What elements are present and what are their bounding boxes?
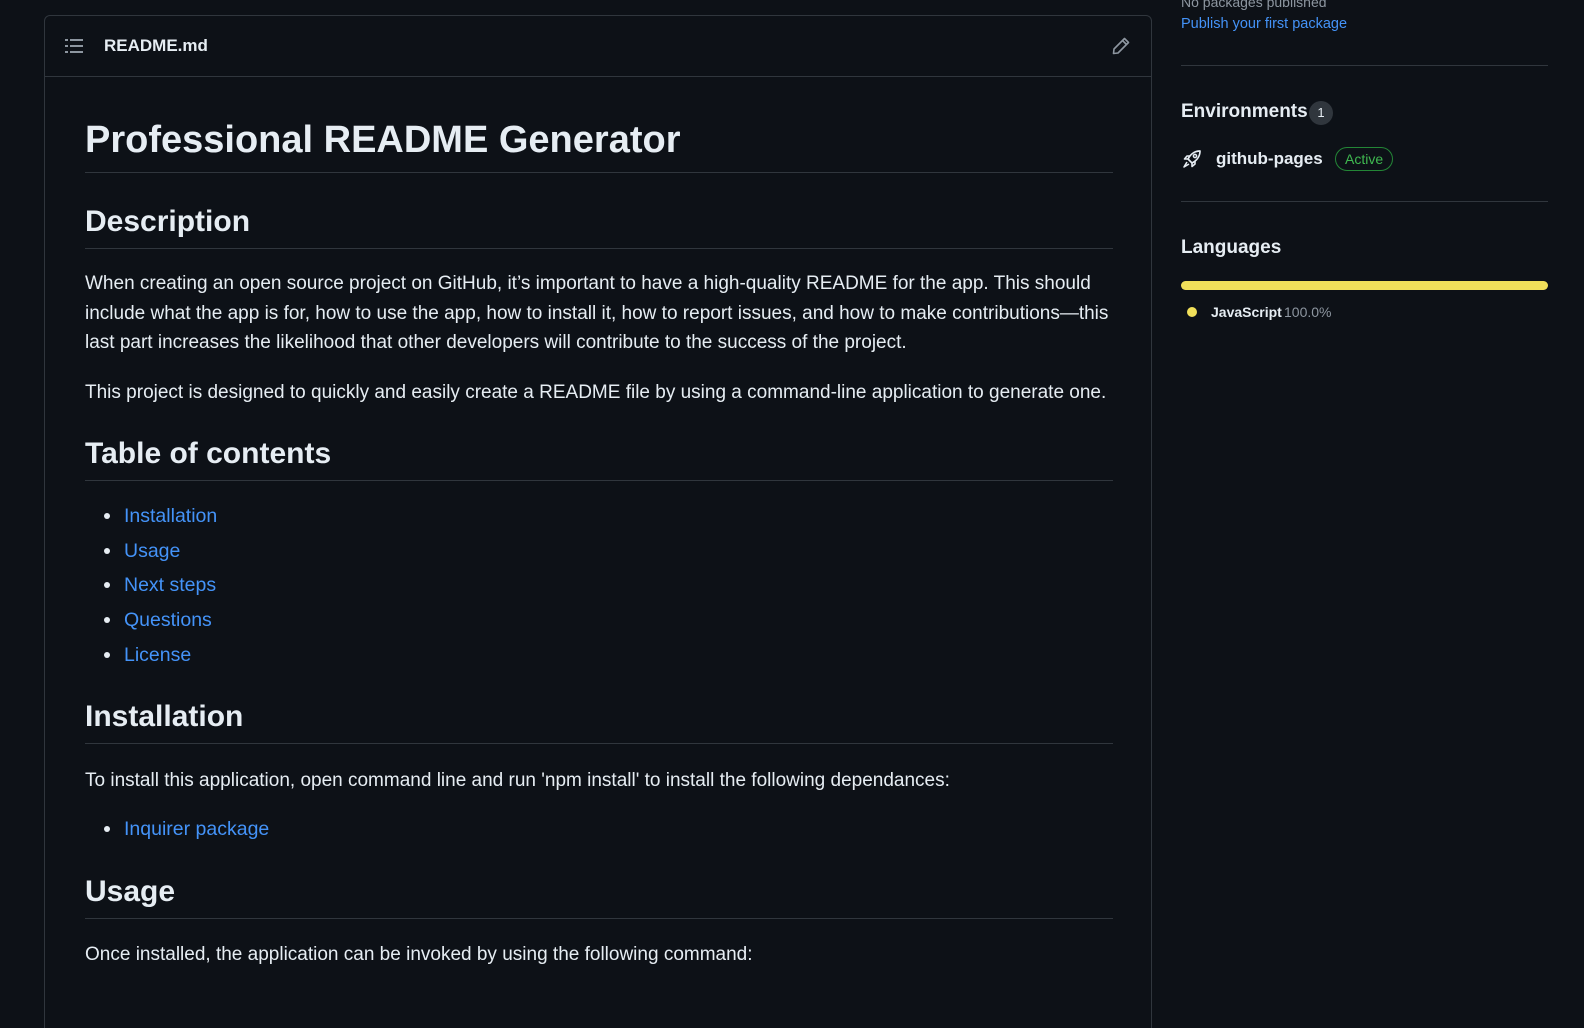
environments-heading[interactable]: Environments: [1181, 101, 1308, 123]
packages-status: No packages published: [1181, 0, 1327, 10]
rocket-icon: [1181, 148, 1203, 170]
toc-item: Questions: [104, 603, 1113, 638]
toc-link-license[interactable]: License: [124, 644, 191, 666]
toc-item: Next steps: [104, 568, 1113, 603]
installation-list: Inquirer package: [85, 812, 1113, 847]
description-heading: Description: [85, 204, 1113, 249]
environments-count-badge: 1: [1309, 101, 1333, 125]
description-paragraph-2: This project is designed to quickly and …: [85, 382, 1107, 404]
language-color-dot: [1187, 307, 1197, 317]
environment-status-badge: Active: [1335, 147, 1394, 171]
language-percent: 100.0%: [1284, 304, 1332, 320]
toc-link-installation[interactable]: Installation: [124, 505, 217, 527]
toc-item: License: [104, 638, 1113, 673]
inquirer-package-link[interactable]: Inquirer package: [124, 818, 269, 840]
repo-page: README.md Professional README Generator …: [0, 0, 1584, 1028]
toc-item: Installation: [104, 499, 1113, 534]
sidebar-divider: [1181, 65, 1548, 66]
pencil-icon[interactable]: [1111, 36, 1131, 56]
toc-list: Installation Usage Next steps Questions …: [85, 499, 1113, 673]
installation-paragraph: To install this application, open comman…: [85, 770, 950, 792]
languages-heading: Languages: [1181, 237, 1282, 258]
language-name[interactable]: JavaScript: [1211, 304, 1282, 320]
readme-title: Professional README Generator: [85, 92, 1113, 173]
language-bar-segment-javascript: [1181, 281, 1548, 290]
toc-link-next-steps[interactable]: Next steps: [124, 574, 216, 596]
language-bar: [1181, 281, 1548, 290]
toc-link-questions[interactable]: Questions: [124, 609, 212, 631]
installation-heading: Installation: [85, 699, 1113, 745]
toc-heading: Table of contents: [85, 436, 1113, 481]
readme-panel: README.md Professional README Generator …: [44, 15, 1152, 1028]
readme-header: README.md: [45, 16, 1151, 77]
readme-filename: README.md: [104, 36, 208, 55]
publish-package-link[interactable]: Publish your first package: [1181, 16, 1347, 32]
toc-link-usage[interactable]: Usage: [124, 540, 180, 562]
usage-paragraph: Once installed, the application can be i…: [85, 943, 753, 965]
usage-heading: Usage: [85, 874, 1113, 919]
list-unordered-icon[interactable]: [65, 38, 83, 54]
sidebar-divider: [1181, 201, 1548, 202]
installation-item: Inquirer package: [104, 812, 1113, 847]
environment-link-github-pages[interactable]: github-pages: [1216, 149, 1323, 169]
toc-item: Usage: [104, 534, 1113, 569]
description-paragraph-1: When creating an open source project on …: [85, 273, 1109, 354]
readme-content: Professional README Generator Descriptio…: [85, 92, 1113, 969]
